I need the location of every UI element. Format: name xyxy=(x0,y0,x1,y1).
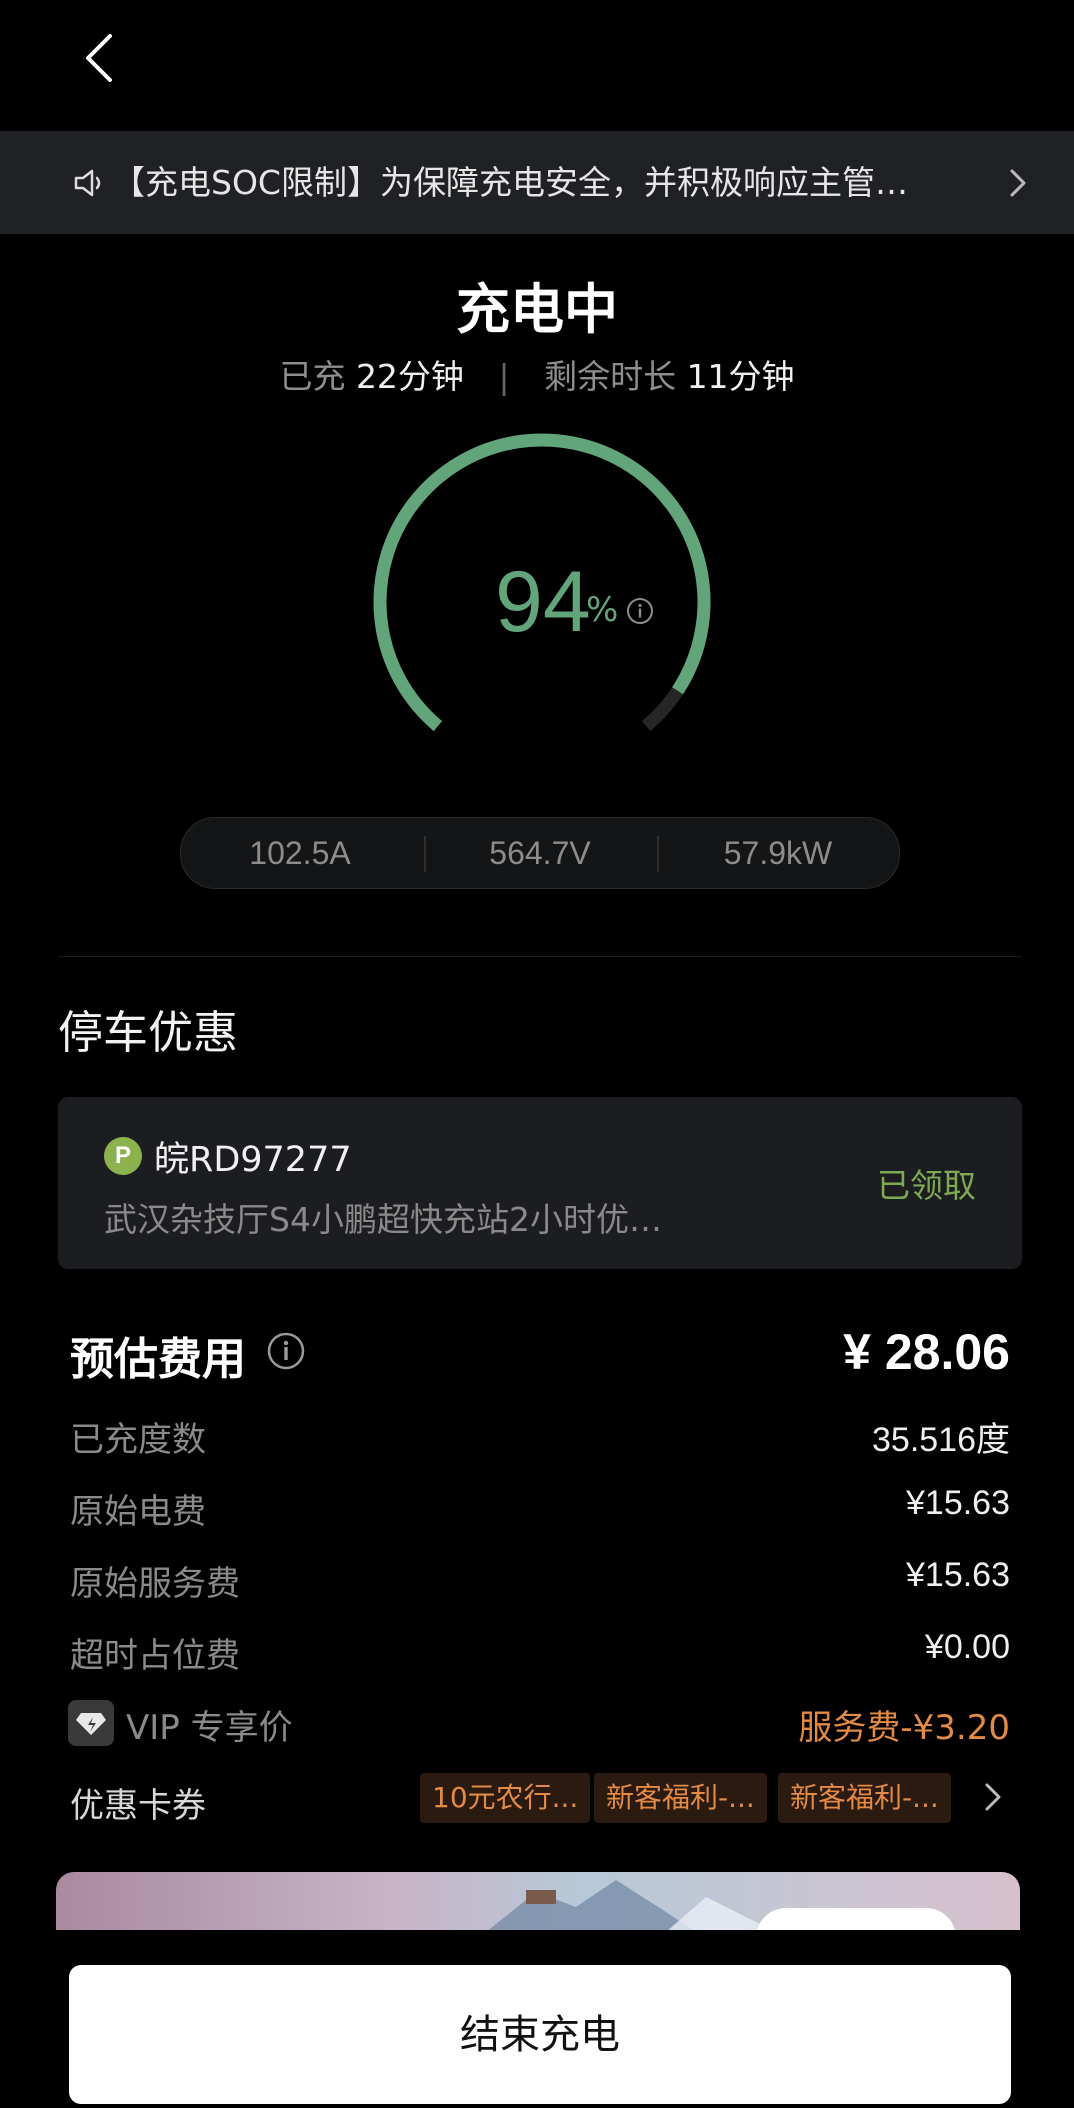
section-divider xyxy=(58,956,1022,957)
coupon-tag[interactable]: 10元农行... xyxy=(420,1773,591,1823)
info-icon[interactable] xyxy=(266,1331,306,1371)
fee-row-label: 原始服务费 xyxy=(70,1564,240,1604)
charge-percent: 94 xyxy=(495,554,591,650)
fee-row-label: 已充度数 xyxy=(70,1420,206,1460)
coupon-tag[interactable]: 新客福利-... xyxy=(778,1773,951,1823)
fee-row-value: 35.516度 xyxy=(872,1421,1010,1459)
fee-row-value: ¥0.00 xyxy=(924,1628,1010,1666)
promo-banner[interactable] xyxy=(56,1872,1020,1932)
remaining-label: 剩余时长 xyxy=(544,357,677,396)
coupon-label: 优惠卡券 xyxy=(70,1786,206,1826)
fee-row-label: 超时占位费 xyxy=(70,1636,240,1676)
percent-unit: % xyxy=(586,590,619,630)
back-button[interactable] xyxy=(72,28,132,88)
vip-diamond-icon xyxy=(68,1700,114,1746)
fee-row-value: ¥15.63 xyxy=(906,1484,1010,1522)
parking-description: 武汉杂技厅S4小鹏超快充站2小时优… xyxy=(104,1200,662,1239)
charge-time-row: 已充 22分钟 | 剩余时长 11分钟 xyxy=(0,350,1074,398)
voltage-value: 564.7V xyxy=(489,835,591,871)
promo-banner-button[interactable] xyxy=(756,1908,956,1932)
chevron-left-icon xyxy=(86,34,112,82)
fee-row-label: 原始电费 xyxy=(70,1492,206,1532)
charging-metrics: 102.5A 564.7V 57.9kW xyxy=(180,817,900,889)
parking-claim-status: 已领取 xyxy=(877,1166,976,1205)
time-separator: | xyxy=(498,357,510,396)
chevron-right-icon[interactable] xyxy=(976,1780,1010,1814)
parking-p-icon: P xyxy=(104,1137,142,1175)
chevron-right-icon xyxy=(1010,169,1026,197)
charged-label: 已充 xyxy=(279,357,346,396)
speaker-icon xyxy=(74,169,101,197)
info-icon[interactable] xyxy=(626,597,654,625)
parking-discount-card[interactable]: P 皖RD97277 武汉杂技厅S4小鹏超快充站2小时优… 已领取 xyxy=(58,1097,1022,1269)
charged-value: 22分钟 xyxy=(355,357,464,396)
charging-status-title: 充电中 xyxy=(456,278,618,341)
estimated-fee-title: 预估费用 xyxy=(70,1334,246,1385)
notice-bar[interactable]: 【充电SOC限制】为保障充电安全，并积极响应主管… xyxy=(0,131,1074,234)
current-value: 102.5A xyxy=(249,835,351,871)
end-charging-button[interactable]: 结束充电 xyxy=(69,1965,1011,2104)
parking-section-title: 停车优惠 xyxy=(58,1006,239,1059)
license-plate: 皖RD97277 xyxy=(154,1140,352,1180)
vip-price-label: VIP 专享价 xyxy=(126,1708,293,1748)
vip-price-value: 服务费-¥3.20 xyxy=(798,1708,1010,1748)
power-value: 57.9kW xyxy=(723,835,833,871)
estimated-fee-total: ¥ 28.06 xyxy=(843,1324,1010,1380)
fee-row-value: ¥15.63 xyxy=(906,1556,1010,1594)
remaining-value: 11分钟 xyxy=(686,357,795,396)
coupon-tag[interactable]: 新客福利-... xyxy=(594,1773,767,1823)
notice-text: 【充电SOC限制】为保障充电安全，并积极响应主管… xyxy=(112,163,908,202)
